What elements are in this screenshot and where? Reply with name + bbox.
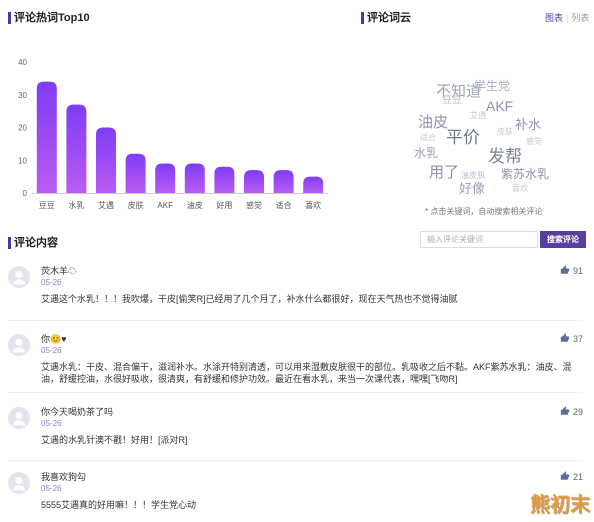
y-tick-label: 20 xyxy=(18,124,27,133)
cloud-word[interactable]: 油皮 xyxy=(418,115,448,130)
chart-bar[interactable] xyxy=(66,104,87,193)
x-tick-label: 艾遇 xyxy=(98,201,114,210)
like-button[interactable]: 21 xyxy=(560,471,583,483)
thumbs-up-icon xyxy=(560,406,570,415)
section-marker xyxy=(361,12,364,24)
cloud-word[interactable]: 发帮 xyxy=(488,148,522,165)
like-button[interactable]: 29 xyxy=(560,406,583,418)
cloud-word[interactable]: 油皮肌 xyxy=(461,172,485,180)
y-tick-label: 0 xyxy=(23,189,28,198)
comment-date: 05-26 xyxy=(41,346,62,355)
x-tick-label: 喜欢 xyxy=(305,200,321,210)
like-count: 21 xyxy=(572,472,583,482)
thumbs-up-icon xyxy=(560,471,570,480)
x-tick-label: 水乳 xyxy=(68,200,84,210)
cloud-word[interactable]: 学生党 xyxy=(474,80,510,92)
tab-chart[interactable]: 图表 xyxy=(545,13,563,23)
x-tick-label: 豆豆 xyxy=(39,201,55,210)
view-toggle: 图表 | 列表 xyxy=(545,13,589,23)
comment-date: 05-26 xyxy=(41,278,62,287)
chart-bar[interactable] xyxy=(303,176,324,193)
chart-bar[interactable] xyxy=(155,163,176,193)
section-marker xyxy=(8,237,11,249)
comments-title: 评论内容 xyxy=(14,237,58,249)
comment-text: 艾遇水乳：干皮、混合偏干，滋润补水。水涂开特别清透，可以用来湿敷皮肤很干的部位。… xyxy=(41,362,572,384)
cloud-word[interactable]: 用了 xyxy=(429,165,459,180)
cloud-word[interactable]: 感觉 xyxy=(526,138,542,146)
cloud-word[interactable]: 皮肤 xyxy=(497,128,513,136)
comment-item: 荧木羊☁ 05-26 艾遇这个水乳！！！我吹爆，干皮[偷笑R]已经用了几个月了，… xyxy=(8,264,583,316)
cloud-word[interactable]: 喜欢 xyxy=(512,185,528,193)
user-avatar-icon xyxy=(8,334,30,356)
chart-bar[interactable] xyxy=(244,170,264,193)
comment-item: 我喜欢狗勾 05-26 5555艾遇真的好用嘛！！！学生党心动 21 xyxy=(8,470,583,522)
x-tick-label: 油皮 xyxy=(187,200,203,210)
x-tick-label: 适合 xyxy=(276,200,292,210)
like-count: 29 xyxy=(572,407,583,417)
cloud-word[interactable]: 水乳 xyxy=(414,147,438,159)
divider xyxy=(8,392,583,393)
word-cloud-hint: * 点击关键词，自动搜索相关评论 xyxy=(425,207,543,216)
comment-author[interactable]: 你今天喝奶茶了吗 xyxy=(41,406,113,418)
y-tick-label: 30 xyxy=(18,91,27,100)
divider xyxy=(8,320,583,321)
y-tick-label: 10 xyxy=(18,156,27,165)
cloud-word[interactable]: 补水 xyxy=(515,118,541,131)
thumbs-up-icon xyxy=(560,265,570,274)
hot-words-title: 评论热词Top10 xyxy=(14,12,90,24)
chart-bar[interactable] xyxy=(273,170,294,193)
word-cloud: 不知道 学生党 豆豆 AKF 油皮 补水 平价 水乳 发帮 用了 紫苏水乳 好像… xyxy=(400,70,560,200)
tab-list[interactable]: 列表 xyxy=(571,13,589,23)
user-avatar-icon xyxy=(8,407,30,429)
like-count: 37 xyxy=(572,334,583,344)
x-tick-label: 感觉 xyxy=(246,200,262,210)
cloud-word[interactable]: AKF xyxy=(486,99,513,113)
tab-separator: | xyxy=(566,13,569,23)
avatar[interactable] xyxy=(8,334,30,356)
comment-date: 05-26 xyxy=(41,419,62,428)
comment-item: 你今天喝奶茶了吗 05-26 艾遇的水乳针澳不戳！好用！[派对R] 29 xyxy=(8,405,583,457)
cloud-word[interactable]: 豆豆 xyxy=(442,96,462,106)
cloud-word[interactable]: 艾遇 xyxy=(470,112,486,120)
comment-date: 05-26 xyxy=(41,484,62,493)
cloud-word[interactable]: 适合 xyxy=(420,134,436,142)
comment-search-input[interactable] xyxy=(420,231,538,248)
comment-text: 5555艾遇真的好用嘛！！！学生党心动 xyxy=(41,500,197,510)
search-comments-button[interactable]: 搜索评论 xyxy=(540,231,586,248)
thumbs-up-icon xyxy=(560,333,570,342)
chart-bar[interactable] xyxy=(36,81,57,193)
cloud-word[interactable]: 紫苏水乳 xyxy=(501,168,549,180)
comment-author[interactable]: 荧木羊☁ xyxy=(41,265,77,277)
like-button[interactable]: 37 xyxy=(560,333,583,345)
avatar[interactable] xyxy=(8,472,30,494)
hot-words-bar-chart: 0 10 20 30 40 豆豆 水乳 艾遇 皮肤 AKF 油皮 好用 感觉 适合 喜欢 xyxy=(18,58,328,210)
chart-bar[interactable] xyxy=(214,166,235,193)
comment-text: 艾遇的水乳针澳不戳！好用！[派对R] xyxy=(41,435,188,445)
chart-bar[interactable] xyxy=(125,153,146,193)
cloud-word[interactable]: 好像 xyxy=(459,182,485,195)
comment-item: 你😊♥ 05-26 艾遇水乳：干皮、混合偏干，滋润补水。水涂开特别清透，可以用来… xyxy=(8,332,583,384)
chart-bar[interactable] xyxy=(96,127,116,194)
comment-author[interactable]: 你😊♥ xyxy=(41,333,67,345)
avatar[interactable] xyxy=(8,407,30,429)
x-tick-label: 好用 xyxy=(216,200,232,210)
x-tick-label: AKF xyxy=(157,201,173,210)
user-avatar-icon xyxy=(8,266,30,288)
chart-bar[interactable] xyxy=(184,163,205,193)
y-tick-label: 40 xyxy=(18,58,27,67)
word-cloud-title: 评论词云 xyxy=(367,12,411,24)
x-tick-label: 皮肤 xyxy=(128,200,144,210)
like-count: 91 xyxy=(572,266,583,276)
user-avatar-icon xyxy=(8,472,30,494)
comment-text: 艾遇这个水乳！！！我吹爆，干皮[偷笑R]已经用了几个月了，补水什么都很好，现在天… xyxy=(41,294,458,304)
avatar[interactable] xyxy=(8,266,30,288)
comment-author[interactable]: 我喜欢狗勾 xyxy=(41,471,86,483)
watermark-logo: 熊初末 xyxy=(530,494,590,516)
like-button[interactable]: 91 xyxy=(560,265,583,277)
cloud-word[interactable]: 平价 xyxy=(446,129,480,146)
section-marker xyxy=(8,12,11,24)
divider xyxy=(8,460,583,461)
